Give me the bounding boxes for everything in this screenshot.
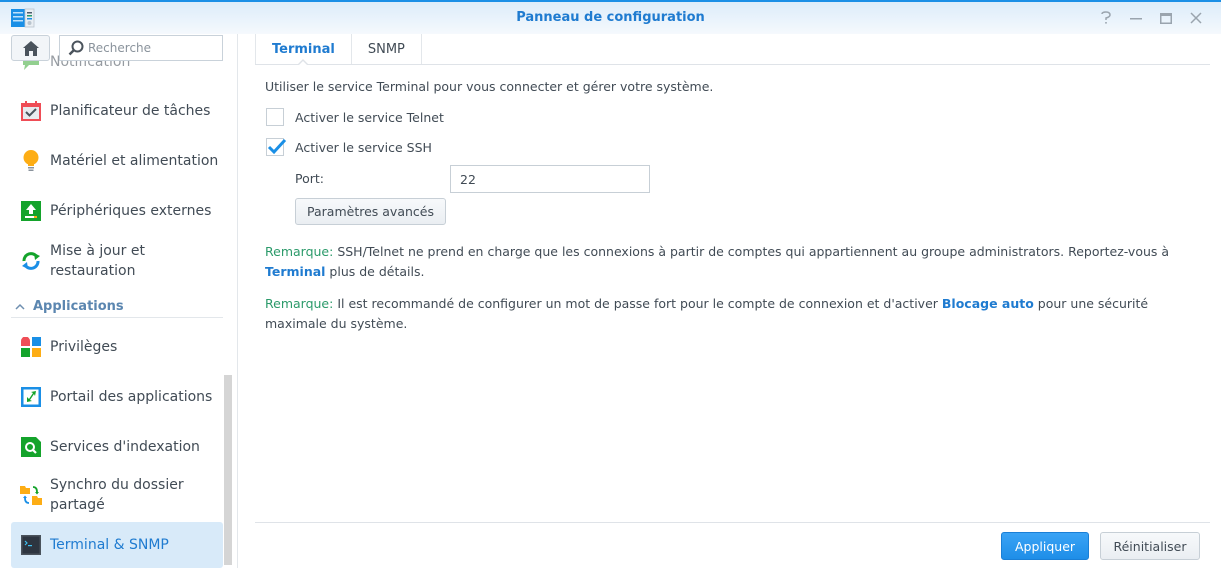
- telnet-checkbox-row[interactable]: Activer le service Telnet: [266, 108, 444, 126]
- sidebar: Notification Planificateur de tâches Mat…: [0, 34, 238, 568]
- footer-divider: [255, 522, 1210, 523]
- search-box[interactable]: [59, 35, 223, 61]
- sidebar-scrollbar[interactable]: [224, 375, 232, 565]
- close-icon: [1190, 12, 1202, 24]
- window-title: Panneau de configuration: [516, 10, 705, 25]
- sidebar-item-privileges[interactable]: Privilèges: [11, 334, 223, 360]
- minimize-button[interactable]: [1121, 8, 1151, 28]
- sidebar-item-hardware-power[interactable]: Matériel et alimentation: [11, 148, 223, 174]
- external-device-icon: [20, 200, 42, 222]
- search-input[interactable]: [88, 41, 218, 55]
- chevron-up-icon: [15, 300, 25, 313]
- reset-button[interactable]: Réinitialiser: [1100, 532, 1200, 560]
- sidebar-item-shared-folder-sync[interactable]: Synchro du dossier partagé: [11, 474, 223, 516]
- advanced-settings-button[interactable]: Paramètres avancés: [295, 198, 446, 225]
- indexing-icon: [20, 436, 42, 458]
- ssh-checkbox-row[interactable]: Activer le service SSH: [266, 138, 432, 156]
- terminal-description: Utiliser le service Terminal pour vous c…: [265, 79, 714, 94]
- title-bar: Panneau de configuration: [0, 0, 1221, 34]
- remark-label: Remarque:: [265, 244, 334, 259]
- lightbulb-icon: [20, 150, 42, 172]
- help-button[interactable]: [1091, 8, 1121, 28]
- sidebar-item-indexing[interactable]: Services d'indexation: [11, 434, 223, 460]
- sidebar-item-terminal-snmp[interactable]: Terminal & SNMP: [11, 522, 223, 568]
- telnet-checkbox[interactable]: [266, 108, 284, 126]
- tab-snmp[interactable]: SNMP: [352, 34, 422, 64]
- privileges-icon: [20, 336, 42, 358]
- terminal-icon: [20, 534, 42, 556]
- maximize-icon: [1160, 12, 1172, 24]
- calendar-check-icon: [20, 100, 42, 122]
- main-panel: Terminal SNMP Utiliser le service Termin…: [239, 34, 1221, 568]
- sidebar-item-app-portal[interactable]: Portail des applications: [11, 384, 223, 410]
- search-icon: [68, 40, 84, 56]
- maximize-button[interactable]: [1151, 8, 1181, 28]
- help-icon: [1101, 11, 1111, 24]
- checkmark-icon: [267, 138, 287, 155]
- remark-label: Remarque:: [265, 296, 334, 311]
- home-icon: [22, 40, 39, 56]
- close-button[interactable]: [1181, 8, 1211, 28]
- minimize-icon: [1130, 18, 1142, 20]
- apply-button[interactable]: Appliquer: [1001, 532, 1089, 560]
- note-ssh-telnet: Remarque: SSH/Telnet ne prend en charge …: [265, 244, 1170, 279]
- update-restore-icon: [20, 250, 42, 272]
- sidebar-item-update-restore[interactable]: Mise à jour et restauration: [11, 240, 223, 282]
- tab-terminal[interactable]: Terminal: [255, 34, 352, 66]
- shared-folder-sync-icon: [20, 484, 42, 506]
- terminal-link[interactable]: Terminal: [265, 264, 325, 279]
- note-password: Remarque: Il est recommandé de configure…: [265, 296, 1149, 331]
- tab-bar: Terminal SNMP: [255, 34, 1210, 66]
- section-applications[interactable]: Applications: [11, 296, 223, 318]
- sidebar-item-external-devices[interactable]: Périphériques externes: [11, 198, 223, 224]
- home-button[interactable]: [11, 35, 50, 61]
- ssh-checkbox[interactable]: [266, 138, 287, 156]
- app-portal-icon: [20, 386, 42, 408]
- port-label: Port:: [295, 171, 324, 186]
- sidebar-item-task-scheduler[interactable]: Planificateur de tâches: [11, 98, 223, 124]
- port-input[interactable]: [450, 165, 650, 193]
- auto-block-link[interactable]: Blocage auto: [942, 296, 1034, 311]
